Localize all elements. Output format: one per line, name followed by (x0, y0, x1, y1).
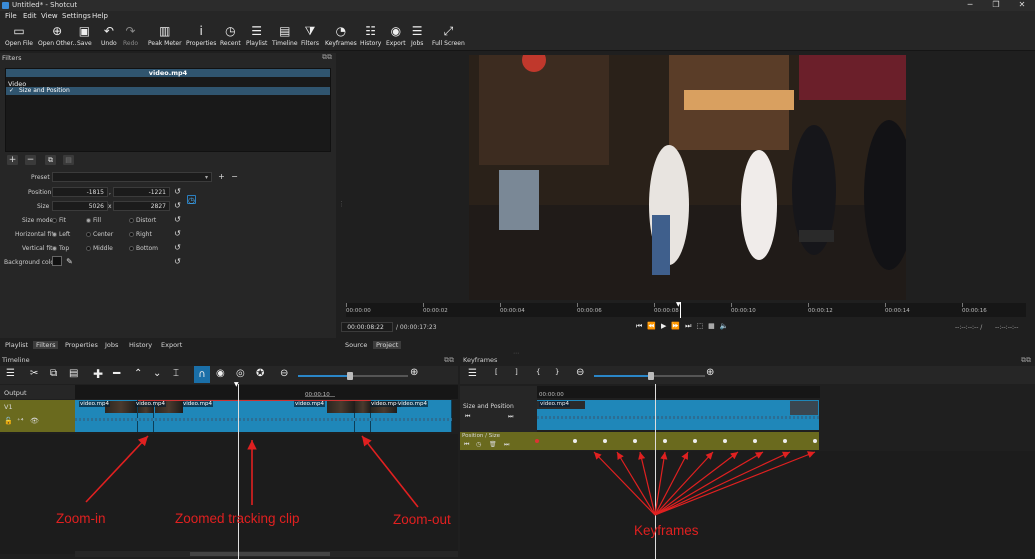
annotation-arrows (85, 435, 816, 516)
keyframe-arrow (638, 451, 656, 516)
annotation-keyframes: Keyframes (634, 523, 699, 538)
keyframe-arrows (593, 451, 816, 516)
annotation-tracking: Zoomed tracking clip (175, 511, 300, 526)
keyframe-arrow (616, 451, 656, 516)
annotation-zoom-out: Zoom-out (393, 512, 451, 527)
annotation-zoom-in: Zoom-in (56, 511, 106, 526)
keyframe-arrow (654, 451, 816, 516)
arrow-zoom-out (361, 435, 419, 508)
keyframe-arrow (654, 451, 791, 516)
keyframe-arrow (593, 451, 656, 516)
keyframe-arrow (654, 451, 739, 516)
arrow-zoom-in (85, 435, 149, 503)
